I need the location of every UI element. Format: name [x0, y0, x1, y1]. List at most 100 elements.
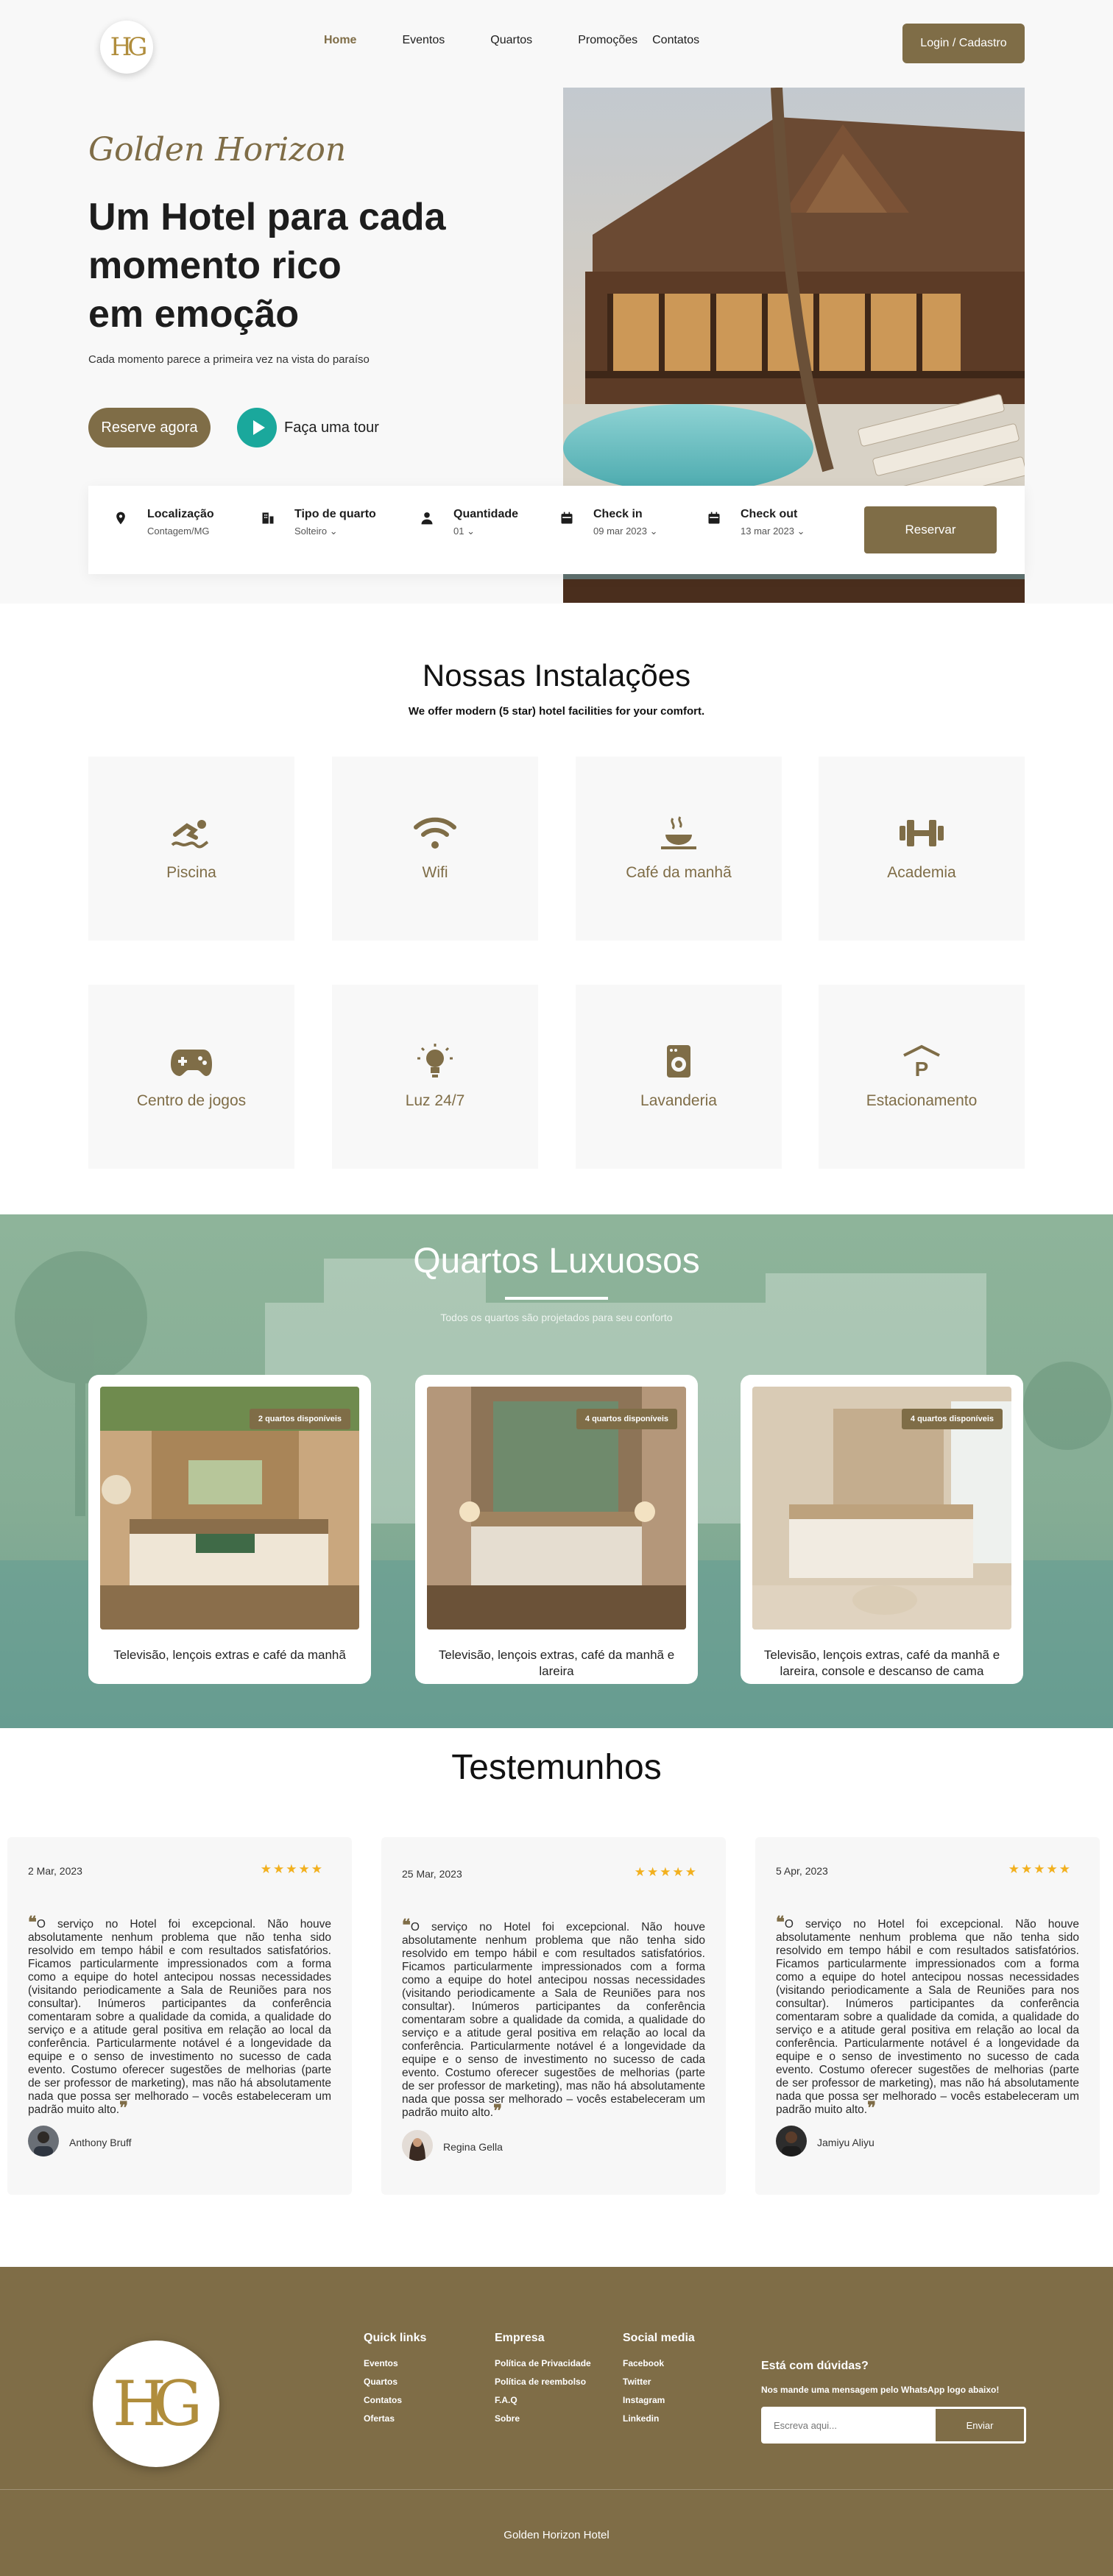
- footer-link-linkedin[interactable]: Linkedin: [623, 2413, 695, 2424]
- footer-col-title: Quick links: [364, 2332, 427, 2344]
- main-nav: Home Eventos Quartos Promoções Contatos: [324, 34, 699, 47]
- quantity-value-wrap: 01 ⌄: [453, 526, 518, 537]
- hero-headline-line-3: em emoção: [88, 293, 300, 336]
- brand-script-title: Golden Horizon: [88, 131, 347, 169]
- logo[interactable]: HG: [100, 21, 153, 74]
- checkout-label: Check out: [741, 508, 798, 520]
- tour-button[interactable]: Faça uma tour: [237, 408, 379, 447]
- location-label: Localização: [147, 508, 214, 520]
- login-button[interactable]: Login / Cadastro: [902, 24, 1025, 63]
- facility-label: Luz 24/7: [405, 1092, 465, 1109]
- quote-close-icon: ❞: [493, 2101, 502, 2120]
- rooms-title-underline: [505, 1297, 608, 1300]
- checkin-value-wrap: 09 mar 2023 ⌄: [593, 526, 658, 537]
- footer-quick-links: Quick links Eventos Quartos Contatos Ofe…: [364, 2332, 426, 2432]
- checkout-date[interactable]: Check out 13 mar 2023 ⌄: [741, 508, 805, 537]
- room-type-value-wrap: Solteiro ⌄: [294, 526, 376, 537]
- room-card[interactable]: 4 quartos disponíveis Televisão, lençois…: [741, 1375, 1023, 1684]
- wifi-icon: [414, 817, 456, 849]
- facility-label: Wifi: [422, 864, 448, 881]
- calendar-icon: [708, 512, 720, 524]
- location-pin-icon: [116, 512, 125, 525]
- facility-card-piscina: Piscina: [88, 757, 294, 941]
- footer-link-sobre[interactable]: Sobre: [495, 2413, 591, 2424]
- testimonial-date: 2 Mar, 2023: [28, 1865, 82, 1877]
- availability-badge: 4 quartos disponíveis: [901, 1409, 1003, 1429]
- parking-icon: P: [903, 1044, 940, 1079]
- testimonial-card: 5 Apr, 2023 ★★★★★ ❝O serviço no Hotel fo…: [755, 1837, 1100, 2195]
- room-card[interactable]: 4 quartos disponíveis Televisão, lençois…: [415, 1375, 698, 1684]
- nav-contatos[interactable]: Contatos: [652, 34, 699, 47]
- send-button[interactable]: Enviar: [936, 2409, 1024, 2441]
- footer-link-instagram[interactable]: Instagram: [623, 2395, 695, 2405]
- room-type-select[interactable]: Tipo de quarto Solteiro ⌄: [294, 508, 376, 537]
- room-type-label: Tipo de quarto: [294, 508, 376, 520]
- footer: HG Quick links Eventos Quartos Contatos …: [0, 2267, 1113, 2576]
- testimonial-text-wrap: ❝O serviço no Hotel foi excepcional. Não…: [776, 1914, 1079, 2117]
- nav-eventos[interactable]: Eventos: [402, 34, 445, 47]
- reserve-now-button[interactable]: Reserve agora: [88, 408, 211, 447]
- star-rating: ★★★★★: [260, 1862, 324, 1876]
- footer-logo[interactable]: HG: [93, 2340, 219, 2467]
- location-value: Contagem/MG: [147, 526, 210, 537]
- tour-label: Faça uma tour: [284, 419, 379, 436]
- footer-link-quartos[interactable]: Quartos: [364, 2377, 426, 2387]
- facility-card-estacionamento: P Estacionamento: [819, 985, 1025, 1169]
- facilities-title: Nossas Instalações: [422, 658, 691, 693]
- footer-contact: Está com dúvidas? Nos mande uma mensagem…: [761, 2360, 999, 2395]
- footer-link-eventos[interactable]: Eventos: [364, 2358, 426, 2368]
- hero-subtitle: Cada momento parece a primeira vez na vi…: [88, 353, 370, 366]
- checkin-label: Check in: [593, 508, 643, 520]
- nav-promocoes[interactable]: Promoções: [578, 34, 637, 47]
- person-icon: [421, 512, 433, 525]
- message-input[interactable]: [763, 2409, 936, 2441]
- facility-card-wifi: Wifi: [332, 757, 538, 941]
- play-icon[interactable]: [237, 408, 277, 447]
- testimonial-date: 5 Apr, 2023: [776, 1865, 828, 1877]
- footer-link-reembolso[interactable]: Política de reembolso: [495, 2377, 591, 2387]
- dumbbell-icon: [900, 820, 944, 846]
- facility-label: Centro de jogos: [136, 1092, 247, 1109]
- footer-link-twitter[interactable]: Twitter: [623, 2377, 695, 2387]
- reservar-button[interactable]: Reservar: [864, 506, 997, 553]
- room-type-value: Solteiro: [294, 526, 328, 537]
- calendar-icon: [561, 512, 573, 524]
- testimonial-author: Jamiyu Aliyu: [817, 2137, 875, 2148]
- hero-headline-line-2: momento rico: [88, 244, 342, 287]
- lightbulb-icon: [417, 1044, 453, 1078]
- building-icon: [262, 512, 274, 524]
- footer-divider: [0, 2489, 1113, 2490]
- booking-bar: Localização Contagem/MG Tipo de quarto S…: [88, 486, 1025, 574]
- footer-copyright: Golden Horizon Hotel: [504, 2529, 610, 2541]
- room-card[interactable]: 2 quartos disponíveis Televisão, lençois…: [88, 1375, 371, 1684]
- svg-text:P: P: [915, 1058, 929, 1079]
- footer-link-privacidade[interactable]: Política de Privacidade: [495, 2358, 591, 2368]
- checkin-date[interactable]: Check in 09 mar 2023 ⌄: [593, 508, 658, 537]
- hero-headline: Um Hotel para cada momento rico em emoçã…: [88, 193, 530, 339]
- avatar-image: [776, 2126, 807, 2156]
- nav-home[interactable]: Home: [324, 34, 356, 47]
- hero-headline-line-1: Um Hotel para cada: [88, 196, 446, 238]
- footer-link-faq[interactable]: F.A.Q: [495, 2395, 591, 2405]
- checkin-value: 09 mar 2023: [593, 526, 647, 537]
- room-image: 4 quartos disponíveis: [427, 1387, 686, 1630]
- footer-link-contatos[interactable]: Contatos: [364, 2395, 426, 2405]
- room-description: Televisão, lençois extras, café da manhã…: [763, 1648, 1000, 1678]
- chevron-down-icon: ⌄: [649, 526, 658, 537]
- logo-monogram: HG: [110, 32, 148, 62]
- location-field[interactable]: Localização Contagem/MG: [147, 508, 214, 537]
- testimonial-text: O serviço no Hotel foi excepcional. Não …: [776, 1918, 1079, 2116]
- testimonial-card: 2 Mar, 2023 ★★★★★ ❝O serviço no Hotel fo…: [7, 1837, 352, 2195]
- swimming-icon: [171, 820, 209, 849]
- footer-link-ofertas[interactable]: Ofertas: [364, 2413, 426, 2424]
- checkout-value: 13 mar 2023: [741, 526, 794, 537]
- testimonial-text: O serviço no Hotel foi excepcional. Não …: [28, 1918, 331, 2116]
- quantity-select[interactable]: Quantidade 01 ⌄: [453, 508, 518, 537]
- nav-quartos[interactable]: Quartos: [490, 34, 532, 47]
- avatar: [402, 2130, 433, 2161]
- quote-close-icon: ❞: [119, 2098, 128, 2117]
- footer-link-facebook[interactable]: Facebook: [623, 2358, 695, 2368]
- hero-section: HG Home Eventos Quartos Promoções Contat…: [0, 0, 1113, 604]
- avatar: [28, 2126, 59, 2156]
- availability-badge: 2 quartos disponíveis: [249, 1409, 350, 1429]
